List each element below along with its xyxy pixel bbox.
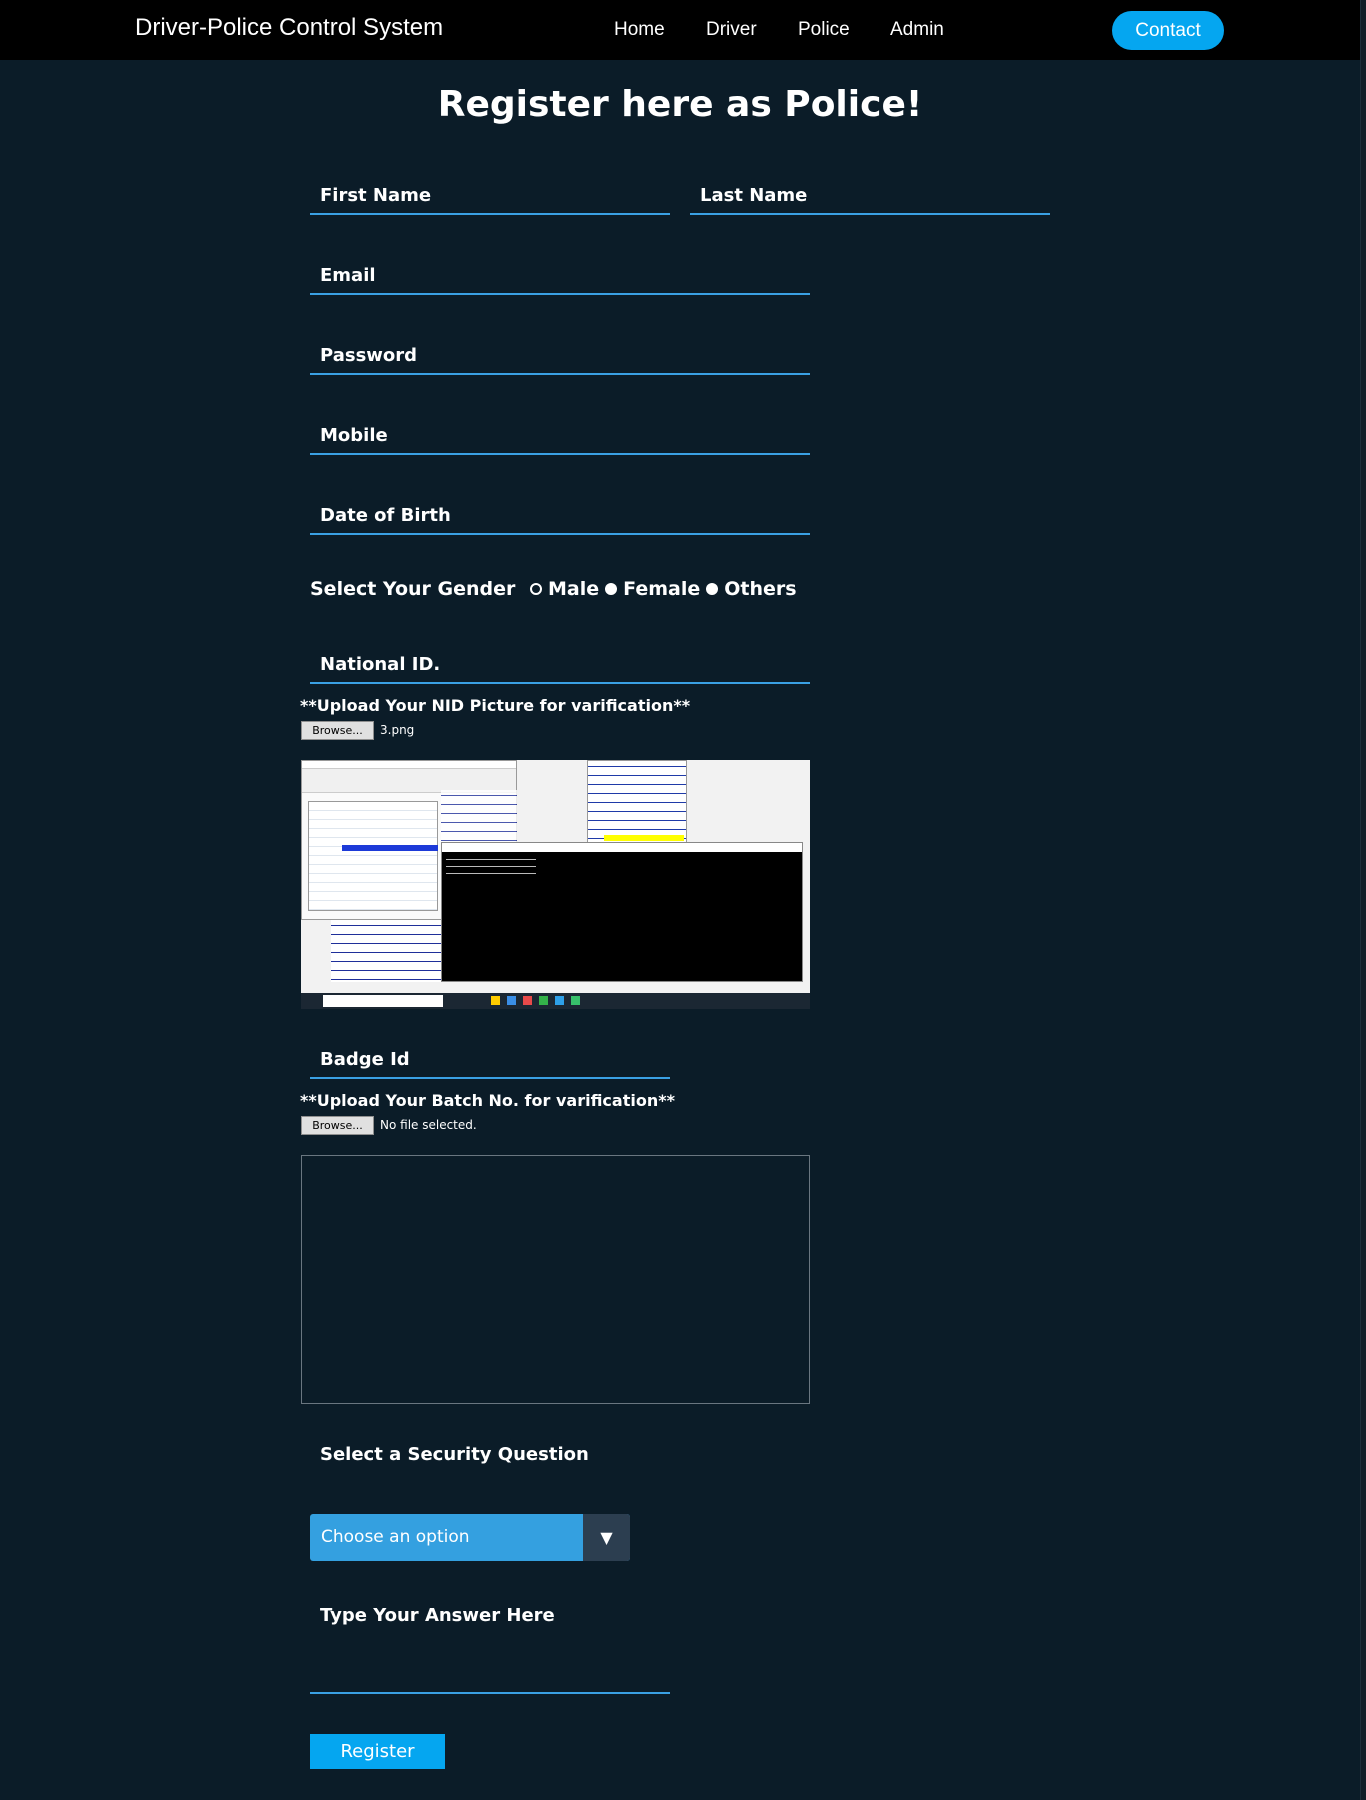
- gender-label: Select Your Gender: [310, 578, 516, 600]
- last-name-input[interactable]: [690, 213, 1050, 215]
- badge-label: Badge Id: [320, 1049, 410, 1070]
- gender-male-radio[interactable]: [530, 583, 542, 595]
- gender-male-label[interactable]: Male: [548, 578, 599, 600]
- contact-button[interactable]: Contact: [1112, 11, 1224, 50]
- mobile-label: Mobile: [320, 425, 388, 446]
- chevron-down-icon[interactable]: ▼: [583, 1514, 630, 1561]
- nid-preview-image: [301, 760, 810, 1009]
- nid-input[interactable]: [310, 682, 810, 684]
- batch-browse-button[interactable]: Browse...: [301, 1116, 374, 1135]
- first-name-input[interactable]: [310, 213, 670, 215]
- gender-others-radio[interactable]: [706, 583, 719, 595]
- nid-browse-button[interactable]: Browse...: [301, 721, 374, 740]
- dob-label: Date of Birth: [320, 505, 451, 526]
- brand-title[interactable]: Driver-Police Control System: [135, 14, 443, 42]
- batch-file-name: No file selected.: [380, 1118, 477, 1132]
- nav-link-home[interactable]: Home: [614, 19, 665, 41]
- security-question-label: Select a Security Question: [320, 1444, 589, 1465]
- nav-link-driver[interactable]: Driver: [706, 19, 757, 41]
- batch-upload-note: **Upload Your Batch No. for varification…: [300, 1091, 675, 1110]
- badge-input[interactable]: [310, 1077, 670, 1079]
- nid-file-name: 3.png: [380, 723, 415, 737]
- nav-link-police[interactable]: Police: [798, 19, 850, 41]
- nav-link-admin[interactable]: Admin: [890, 19, 944, 41]
- answer-input[interactable]: [310, 1692, 670, 1694]
- email-input[interactable]: [310, 293, 810, 295]
- nid-label: National ID.: [320, 654, 441, 675]
- page-scrollbar[interactable]: [1360, 0, 1366, 1800]
- answer-label: Type Your Answer Here: [320, 1605, 555, 1626]
- password-input[interactable]: [310, 373, 810, 375]
- nid-upload-note: **Upload Your NID Picture for varificati…: [300, 696, 691, 715]
- register-button[interactable]: Register: [310, 1734, 445, 1769]
- email-label: Email: [320, 265, 376, 286]
- gender-female-label[interactable]: Female: [623, 578, 700, 600]
- last-name-label: Last Name: [700, 185, 808, 206]
- first-name-label: First Name: [320, 185, 432, 206]
- gender-female-radio[interactable]: [605, 583, 618, 595]
- dob-input[interactable]: [310, 533, 810, 535]
- top-navbar: Driver-Police Control System Home Driver…: [0, 0, 1360, 60]
- batch-preview-image: [301, 1155, 810, 1404]
- gender-radio-group: Male Female Others: [530, 578, 803, 600]
- password-label: Password: [320, 345, 418, 366]
- security-question-value[interactable]: Choose an option: [310, 1514, 583, 1561]
- mobile-input[interactable]: [310, 453, 810, 455]
- page-title: Register here as Police!: [437, 84, 923, 125]
- security-question-select[interactable]: Choose an option ▼: [310, 1514, 630, 1561]
- gender-others-label[interactable]: Others: [724, 578, 796, 600]
